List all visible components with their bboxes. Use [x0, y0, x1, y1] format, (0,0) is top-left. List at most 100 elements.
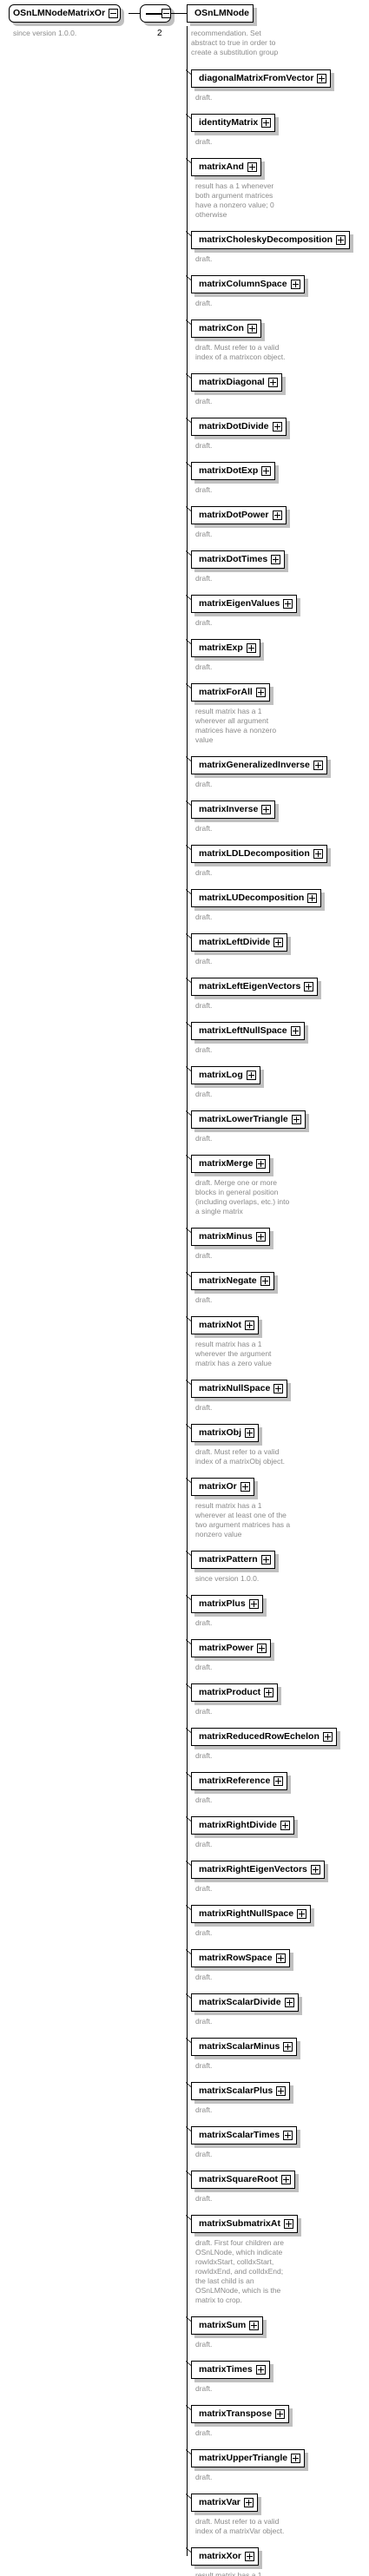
expand-icon[interactable] [243, 2497, 254, 2507]
element-box[interactable]: matrixXor [191, 2547, 260, 2566]
element-box[interactable]: matrixExp [191, 639, 260, 657]
element-box[interactable]: matrixColumnSpace [191, 275, 305, 293]
element-box[interactable]: matrixNegate [191, 1272, 274, 1290]
element-box[interactable]: matrixDotTimes [191, 550, 286, 569]
element-box[interactable]: matrixLowerTriangle [191, 1110, 306, 1129]
expand-icon[interactable] [313, 760, 323, 770]
element-box[interactable]: matrixInverse [191, 800, 276, 819]
expand-icon[interactable] [260, 1554, 271, 1565]
element-box[interactable]: matrixLeftEigenVectors [191, 978, 319, 996]
element-box[interactable]: matrixPlus [191, 1595, 263, 1613]
element-box[interactable]: matrixVar [191, 2494, 258, 2512]
root-element[interactable]: OSnLMNodeMatrixOr [9, 4, 122, 23]
expand-icon[interactable] [247, 323, 257, 333]
element-box[interactable]: matrixSquareRoot [191, 2171, 296, 2189]
expand-icon[interactable] [310, 1864, 320, 1874]
element-box[interactable]: matrixCon [191, 320, 261, 338]
expand-icon[interactable] [248, 1598, 259, 1609]
expand-icon[interactable] [272, 421, 282, 432]
element-box[interactable]: matrixTimes [191, 2361, 270, 2379]
expand-icon[interactable] [249, 2320, 260, 2330]
expand-icon[interactable] [275, 1953, 286, 1963]
expand-icon[interactable] [283, 2041, 293, 2052]
expand-icon[interactable] [247, 161, 257, 172]
element-box[interactable]: matrixForAll [191, 683, 270, 702]
element-box[interactable]: matrixDiagonal [191, 373, 282, 392]
expand-icon[interactable] [291, 1114, 301, 1124]
element-box[interactable]: matrixLeftNullSpace [191, 1022, 305, 1040]
expand-icon[interactable] [317, 73, 327, 83]
element-box[interactable]: matrixRightDivide [191, 1816, 294, 1835]
sequence-compositor[interactable] [140, 4, 171, 23]
element-box[interactable]: matrixUpperTriangle [191, 2449, 306, 2467]
element-box[interactable]: matrixObj [191, 1424, 260, 1442]
expand-icon[interactable] [307, 893, 318, 903]
expand-icon[interactable] [260, 1275, 270, 1286]
element-box[interactable]: matrixScalarMinus [191, 2038, 298, 2056]
element-box[interactable]: matrixRightNullSpace [191, 1905, 312, 1923]
element-box[interactable]: matrixRowSpace [191, 1949, 290, 1967]
element-box[interactable]: matrixReference [191, 1772, 288, 1790]
expand-icon[interactable] [280, 1820, 290, 1830]
element-box[interactable]: matrixNullSpace [191, 1380, 288, 1398]
expand-icon[interactable] [261, 804, 272, 814]
expand-icon[interactable] [291, 2453, 301, 2463]
element-box[interactable]: matrixAnd [191, 158, 261, 176]
element-box[interactable]: matrixRightEigenVectors [191, 1861, 325, 1879]
expand-icon[interactable] [261, 465, 272, 476]
expand-icon[interactable] [255, 2364, 266, 2375]
element-box[interactable]: matrixPower [191, 1639, 272, 1657]
expand-icon[interactable] [267, 377, 278, 387]
collapse-icon[interactable] [161, 9, 171, 18]
element-box[interactable]: matrixTranspose [191, 2405, 290, 2423]
element-box[interactable]: matrixLeftDivide [191, 933, 288, 952]
expand-icon[interactable] [255, 687, 266, 697]
expand-icon[interactable] [264, 1687, 274, 1697]
expand-icon[interactable] [276, 2085, 287, 2096]
expand-icon[interactable] [297, 1908, 307, 1919]
expand-icon[interactable] [283, 598, 293, 609]
expand-icon[interactable] [245, 1427, 255, 1438]
expand-icon[interactable] [284, 1997, 294, 2007]
element-box[interactable]: matrixLDLDecomposition [191, 845, 327, 863]
element-box[interactable]: matrixScalarTimes [191, 2126, 298, 2144]
element-box[interactable]: matrixPattern [191, 1551, 275, 1569]
element-box[interactable]: matrixLog [191, 1066, 260, 1084]
expand-icon[interactable] [313, 848, 323, 859]
element-box[interactable]: matrixNot [191, 1316, 260, 1334]
expand-icon[interactable] [246, 1070, 256, 1080]
element-box[interactable]: matrixMinus [191, 1228, 270, 1246]
expand-icon[interactable] [271, 554, 281, 564]
expand-icon[interactable] [240, 1481, 250, 1492]
element-box[interactable]: matrixDotPower [191, 506, 287, 524]
expand-icon[interactable] [256, 1158, 267, 1169]
expand-icon[interactable] [245, 2551, 255, 2561]
element-box[interactable]: matrixDotExp [191, 462, 276, 480]
expand-icon[interactable] [304, 981, 314, 992]
expand-icon[interactable] [246, 642, 256, 653]
element-box[interactable]: matrixScalarDivide [191, 1993, 299, 2012]
element-box[interactable]: matrixEigenValues [191, 595, 298, 613]
element-box[interactable]: matrixLUDecomposition [191, 889, 322, 907]
expand-icon[interactable] [273, 1383, 284, 1393]
expand-icon[interactable] [261, 117, 272, 128]
expand-icon[interactable] [272, 510, 282, 520]
expand-icon[interactable] [281, 2174, 292, 2184]
element-box[interactable]: diagonalMatrixFromVector [191, 69, 332, 88]
expand-icon[interactable] [322, 1731, 333, 1742]
expand-icon[interactable] [273, 937, 284, 947]
element-box[interactable]: matrixMerge [191, 1155, 271, 1173]
element-box[interactable]: matrixScalarPlus [191, 2082, 291, 2100]
element-box[interactable]: matrixGeneralizedInverse [191, 756, 327, 774]
expand-icon[interactable] [336, 234, 346, 245]
collapse-icon[interactable] [109, 8, 119, 18]
element-box[interactable]: identityMatrix [191, 114, 276, 132]
element-box[interactable]: matrixCholeskyDecomposition [191, 231, 351, 249]
expand-icon[interactable] [255, 1231, 266, 1242]
element-box[interactable]: matrixDotDivide [191, 418, 287, 436]
expand-icon[interactable] [275, 2408, 286, 2419]
expand-icon[interactable] [290, 279, 300, 289]
expand-icon[interactable] [283, 2218, 293, 2229]
expand-icon[interactable] [290, 1025, 300, 1036]
expand-icon[interactable] [283, 2130, 293, 2140]
